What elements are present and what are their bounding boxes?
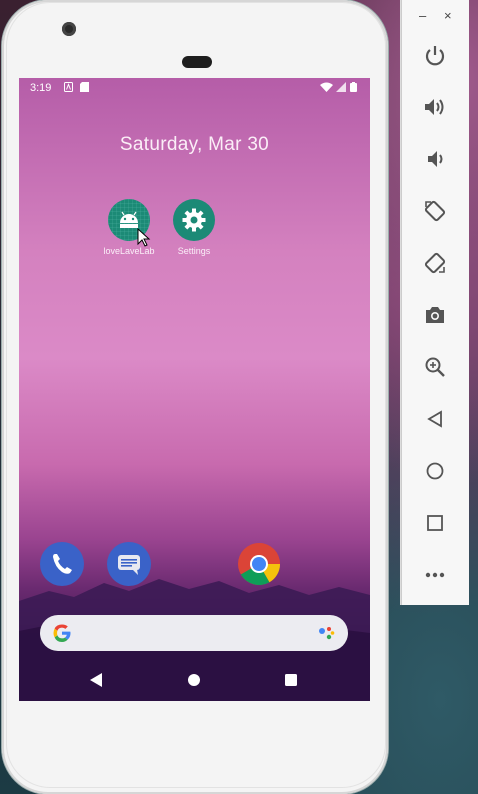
assistant-icon[interactable]: [318, 625, 336, 641]
chrome-icon[interactable]: [237, 542, 281, 586]
minimize-button[interactable]: –: [419, 8, 426, 23]
google-search-bar[interactable]: [40, 615, 348, 651]
signal-icon: [336, 82, 346, 92]
home-date[interactable]: Saturday, Mar 30: [19, 134, 370, 156]
close-button[interactable]: ×: [444, 8, 452, 23]
front-camera: [62, 22, 76, 36]
nav-overview-icon[interactable]: [284, 673, 298, 687]
overview-icon[interactable]: [420, 508, 450, 538]
power-icon[interactable]: [420, 40, 450, 70]
more-icon[interactable]: [420, 560, 450, 590]
screenshot-icon[interactable]: [420, 300, 450, 330]
sd-card-icon: [80, 82, 89, 92]
wifi-icon: [320, 82, 333, 92]
status-time: 3:19: [30, 82, 52, 94]
app-settings[interactable]: Settings: [164, 199, 224, 256]
nav-back-icon[interactable]: [89, 672, 103, 688]
messages-icon[interactable]: [107, 542, 151, 586]
rotate-left-icon[interactable]: [420, 196, 450, 226]
google-g-icon: [53, 624, 71, 642]
notification-a-icon: [64, 82, 73, 92]
navigation-bar: [19, 663, 370, 701]
volume-down-icon[interactable]: [420, 144, 450, 174]
battery-icon: [350, 82, 357, 92]
device-screen[interactable]: 3:19 Saturday, Mar 30 loveLaveLab Settin…: [19, 78, 370, 701]
app-label: Settings: [177, 246, 211, 256]
volume-up-icon[interactable]: [420, 92, 450, 122]
back-icon[interactable]: [420, 404, 450, 434]
emulator-control-panel: – ×: [401, 0, 469, 605]
home-icon[interactable]: [420, 456, 450, 486]
nav-home-icon[interactable]: [187, 673, 201, 687]
rotate-right-icon[interactable]: [420, 248, 450, 278]
mouse-pointer-icon: [137, 228, 151, 247]
zoom-icon[interactable]: [420, 352, 450, 382]
gear-icon: [173, 199, 215, 241]
phone-icon[interactable]: [40, 542, 84, 586]
earpiece-speaker: [182, 56, 212, 68]
status-bar: 3:19: [19, 78, 370, 98]
